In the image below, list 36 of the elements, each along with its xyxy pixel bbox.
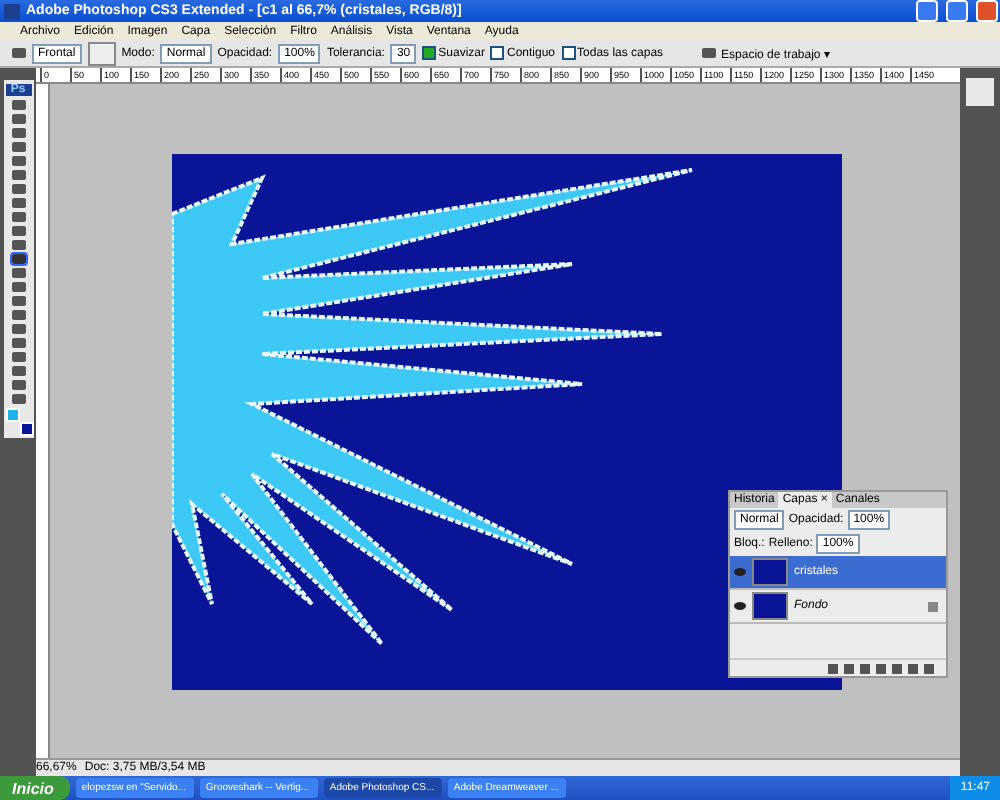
tool-icon[interactable] <box>11 282 25 292</box>
tool-icon[interactable] <box>11 324 25 334</box>
tool-icon[interactable] <box>11 142 25 152</box>
tool-icon[interactable] <box>11 198 25 208</box>
tool-icon[interactable] <box>11 394 25 404</box>
close-button[interactable] <box>976 0 998 22</box>
layer-thumbnail <box>752 558 788 586</box>
layer-thumbnail <box>752 592 788 620</box>
minimize-button[interactable] <box>916 0 938 22</box>
tool-icon[interactable] <box>11 310 25 320</box>
tool-icon[interactable] <box>11 184 25 194</box>
app-logo-icon <box>4 3 20 19</box>
checkbox[interactable] <box>561 46 576 60</box>
tool-icon[interactable] <box>11 268 25 278</box>
tool-icon[interactable] <box>11 156 25 166</box>
tool-icon[interactable] <box>11 212 25 222</box>
visibility-eye-icon[interactable] <box>734 602 746 610</box>
checkbox[interactable] <box>490 46 505 60</box>
tool-icon[interactable] <box>11 366 25 376</box>
tool-icon[interactable] <box>11 170 25 180</box>
tool-icon[interactable] <box>11 240 25 250</box>
tool-icon[interactable] <box>11 254 25 264</box>
tool-icon[interactable] <box>11 114 25 124</box>
pattern-swatch[interactable] <box>87 41 116 65</box>
start-button[interactable]: Inicio <box>0 776 70 800</box>
tool-icon[interactable] <box>11 100 25 110</box>
tool-icon[interactable] <box>11 226 25 236</box>
tool-icon[interactable] <box>11 380 25 390</box>
tool-icon[interactable] <box>11 296 25 306</box>
restore-button[interactable] <box>946 0 968 22</box>
checkbox[interactable] <box>422 46 437 60</box>
foreground-color-swatch[interactable] <box>5 408 19 422</box>
tool-icon[interactable] <box>11 352 25 362</box>
background-color-swatch[interactable] <box>19 422 33 436</box>
tool-icon[interactable] <box>11 128 25 138</box>
tool-icon[interactable] <box>11 338 25 348</box>
